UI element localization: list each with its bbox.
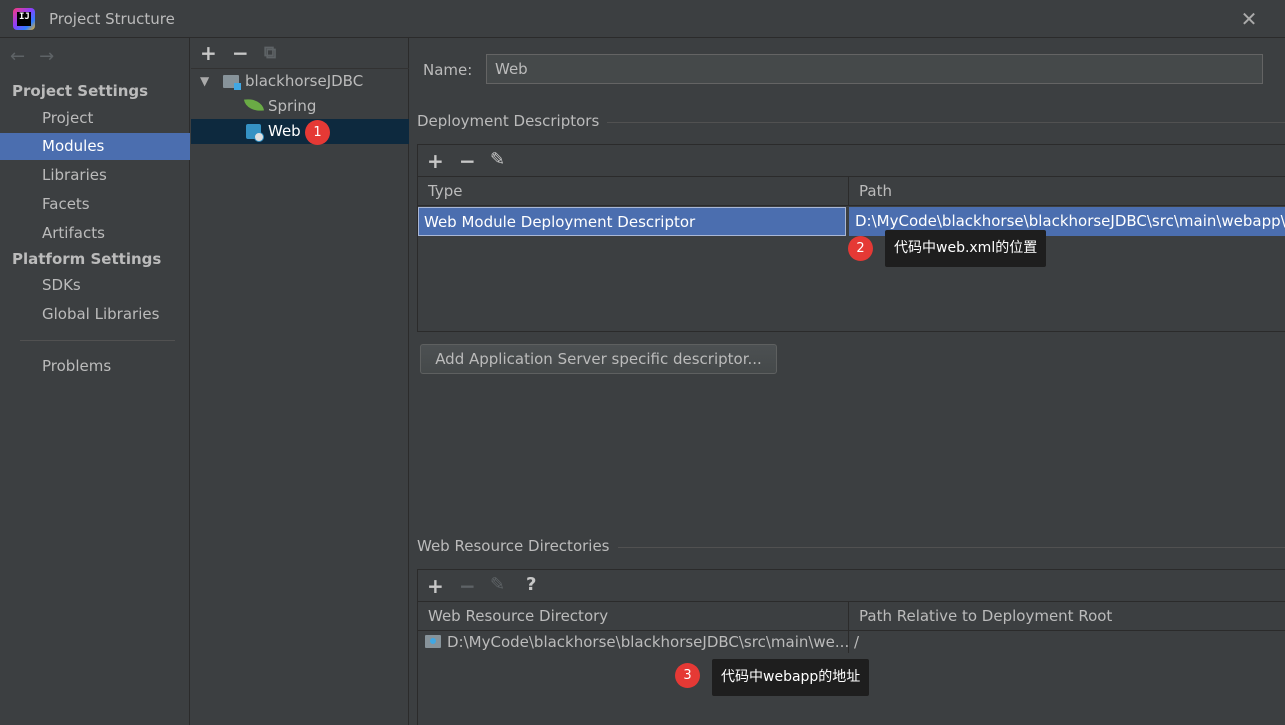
column-header-web-resource-directory[interactable]: Web Resource Directory bbox=[418, 602, 849, 631]
edit-pencil-icon[interactable]: ✎ bbox=[490, 575, 505, 595]
column-header-path[interactable]: Path bbox=[849, 177, 1285, 206]
sidebar-item-libraries[interactable]: Libraries bbox=[0, 162, 190, 189]
annotation-tooltip-3: 代码中webapp的地址 bbox=[712, 659, 870, 696]
tree-node-blackhorsejdbc[interactable]: ▼ blackhorseJDBC bbox=[191, 69, 409, 94]
tree-node-label: blackhorseJDBC bbox=[245, 72, 364, 90]
name-label: Name: bbox=[423, 61, 473, 79]
descriptor-type-cell[interactable]: Web Module Deployment Descriptor bbox=[418, 207, 846, 236]
resource-toolbar: + − ✎ ? bbox=[418, 570, 1285, 602]
web-folder-icon bbox=[425, 635, 441, 648]
web-resource-directories-table: + − ✎ ? Web Resource Directory Path Rela… bbox=[417, 569, 1285, 725]
sidebar-item-sdks[interactable]: SDKs bbox=[0, 272, 190, 299]
sidebar-item-global-libraries[interactable]: Global Libraries bbox=[0, 301, 190, 328]
chevron-down-icon[interactable]: ▼ bbox=[200, 69, 209, 94]
column-header-path-relative[interactable]: Path Relative to Deployment Root bbox=[849, 602, 1285, 631]
sidebar-divider bbox=[20, 340, 175, 341]
back-arrow-icon[interactable]: ← bbox=[10, 46, 25, 67]
deployment-descriptors-title: Deployment Descriptors bbox=[417, 112, 608, 130]
annotation-tooltip-2: 代码中web.xml的位置 bbox=[885, 230, 1047, 267]
annotation-badge-2: 2 bbox=[848, 236, 873, 261]
add-resource-icon[interactable]: + bbox=[427, 576, 444, 596]
annotation-badge-3: 3 bbox=[675, 663, 700, 688]
web-facet-settings: Name: Deployment Descriptors + − ✎ Type … bbox=[410, 38, 1285, 725]
tree-node-web[interactable]: Web bbox=[191, 119, 409, 144]
web-resource-directories-title: Web Resource Directories bbox=[417, 537, 618, 555]
copy-icon[interactable]: ⧉ bbox=[264, 43, 276, 63]
sidebar-item-project[interactable]: Project bbox=[0, 105, 190, 132]
remove-descriptor-icon[interactable]: − bbox=[459, 151, 476, 171]
nav-arrows: ← → bbox=[10, 46, 68, 67]
annotation-badge-1: 1 bbox=[305, 120, 330, 145]
remove-icon[interactable]: − bbox=[232, 43, 249, 63]
forward-arrow-icon[interactable]: → bbox=[39, 46, 54, 67]
deployment-descriptors-table: + − ✎ Type Path Web Module Deployment De… bbox=[417, 144, 1285, 332]
spring-leaf-icon bbox=[243, 96, 265, 114]
resource-relative-cell[interactable]: / bbox=[849, 631, 1285, 653]
help-icon[interactable]: ? bbox=[526, 575, 536, 595]
sidebar-item-problems[interactable]: Problems bbox=[0, 353, 190, 380]
descriptor-toolbar: + − ✎ bbox=[418, 145, 1285, 177]
sidebar-item-artifacts[interactable]: Artifacts bbox=[0, 220, 190, 247]
window-title: Project Structure bbox=[49, 10, 175, 28]
title-bar: IJ Project Structure ✕ bbox=[0, 0, 1285, 38]
name-input[interactable] bbox=[486, 54, 1263, 84]
tree-node-label: Web bbox=[268, 122, 301, 140]
sidebar-item-modules[interactable]: Modules bbox=[0, 133, 190, 160]
close-icon[interactable]: ✕ bbox=[1236, 6, 1262, 32]
add-icon[interactable]: + bbox=[200, 43, 217, 63]
module-tree-panel: + − ⧉ ▼ blackhorseJDBC Spring Web bbox=[191, 38, 409, 725]
add-server-descriptor-button[interactable]: Add Application Server specific descript… bbox=[420, 344, 777, 374]
tree-node-spring[interactable]: Spring bbox=[191, 94, 409, 119]
resource-directory-path: D:\MyCode\blackhorse\blackhorseJDBC\src\… bbox=[447, 633, 849, 651]
resource-directory-cell[interactable]: D:\MyCode\blackhorse\blackhorseJDBC\src\… bbox=[418, 631, 849, 653]
settings-sidebar: ← → Project Settings Project Modules Libr… bbox=[0, 38, 190, 725]
add-descriptor-icon[interactable]: + bbox=[427, 151, 444, 171]
project-settings-header: Project Settings bbox=[12, 82, 149, 100]
module-folder-icon bbox=[223, 75, 241, 90]
web-facet-icon bbox=[246, 124, 264, 142]
platform-settings-header: Platform Settings bbox=[12, 250, 162, 268]
remove-resource-icon[interactable]: − bbox=[459, 576, 476, 596]
edit-pencil-icon[interactable]: ✎ bbox=[490, 150, 505, 170]
intellij-idea-icon: IJ bbox=[13, 8, 35, 30]
column-header-type[interactable]: Type bbox=[418, 177, 849, 206]
sidebar-item-facets[interactable]: Facets bbox=[0, 191, 190, 218]
tree-node-label: Spring bbox=[268, 97, 317, 115]
